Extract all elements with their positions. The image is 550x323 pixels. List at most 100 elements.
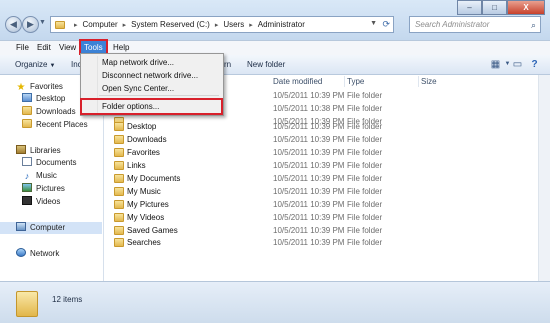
nav-music[interactable]: ♪ Music	[22, 170, 57, 182]
music-icon: ♪	[24, 171, 30, 181]
menu-view[interactable]: View	[59, 41, 76, 55]
nav-computer[interactable]: Computer	[0, 222, 102, 234]
nav-music-label: Music	[36, 171, 57, 180]
row-type: File folder	[347, 148, 383, 157]
folder-icon	[114, 122, 124, 131]
search-icon[interactable]: ⌕	[531, 18, 536, 33]
nav-downloads[interactable]: Downloads	[22, 106, 76, 118]
column-divider[interactable]	[418, 76, 419, 87]
maximize-button[interactable]: □	[482, 0, 507, 15]
row-name: Desktop	[127, 122, 157, 131]
column-divider[interactable]	[344, 76, 345, 87]
recent-pages-dropdown-icon[interactable]: ▼	[39, 19, 46, 26]
close-button[interactable]: X	[507, 0, 545, 15]
burn-button[interactable]: rn	[224, 55, 231, 74]
folder-icon	[114, 226, 124, 235]
search-placeholder: Search Administrator	[415, 20, 490, 29]
column-date-modified[interactable]: Date modified	[273, 75, 322, 88]
refresh-icon[interactable]: ⟳	[382, 19, 390, 30]
chevron-right-icon[interactable]: ▸	[74, 21, 78, 29]
table-row[interactable]: My Videos 10/5/2011 10:39 PM File folder	[104, 211, 544, 224]
breadcrumb-system-reserved[interactable]: System Reserved (C:)	[131, 20, 210, 29]
nav-recent-places[interactable]: Recent Places	[22, 119, 88, 131]
back-button[interactable]: ◀	[5, 16, 22, 33]
row-type: File folder	[347, 187, 383, 196]
chevron-right-icon[interactable]: ▸	[249, 21, 253, 29]
row-type: File folder	[347, 174, 383, 183]
desktop-icon	[22, 93, 32, 102]
row-date: 10/5/2011 10:39 PM	[273, 174, 345, 183]
column-size[interactable]: Size	[421, 75, 437, 88]
row-date: 10/5/2011 10:39 PM	[273, 213, 345, 222]
folder-icon	[114, 174, 124, 183]
nav-desktop-label: Desktop	[36, 94, 66, 103]
search-input[interactable]: Search Administrator ⌕	[409, 16, 541, 33]
nav-network-label: Network	[30, 249, 60, 258]
row-type: File folder	[347, 135, 383, 144]
address-dropdown-icon[interactable]: ▼	[370, 20, 377, 27]
help-icon[interactable]: ?	[529, 59, 540, 70]
recent-places-icon	[22, 119, 32, 128]
row-type: File folder	[347, 238, 383, 247]
row-date: 10/5/2011 10:38 PM	[273, 104, 345, 113]
chevron-right-icon[interactable]: ▸	[215, 21, 219, 29]
organize-button[interactable]: Organize ▼	[15, 55, 55, 76]
folder-icon	[114, 135, 124, 144]
nav-pictures[interactable]: Pictures	[22, 183, 65, 195]
row-date: 10/5/2011 10:39 PM	[273, 200, 345, 209]
item-count: 12 items	[52, 295, 83, 304]
table-row[interactable]: Links 10/5/2011 10:39 PM File folder	[104, 159, 544, 172]
status-bar: 12 items	[0, 281, 550, 323]
menu-item-open-sync-center[interactable]: Open Sync Center...	[102, 82, 174, 95]
computer-icon	[16, 222, 26, 231]
table-row[interactable]: Favorites 10/5/2011 10:39 PM File folder	[104, 146, 544, 159]
row-name: My Pictures	[127, 200, 169, 209]
table-row[interactable]: Searches 10/5/2011 10:39 PM File folder	[104, 236, 544, 249]
nav-libraries-label: Libraries	[30, 146, 61, 155]
minimize-button[interactable]: –	[457, 0, 482, 15]
breadcrumb-users[interactable]: Users	[223, 20, 244, 29]
nav-favorites[interactable]: ★ Favorites	[16, 81, 63, 93]
table-row[interactable]: My Music 10/5/2011 10:39 PM File folder	[104, 185, 544, 198]
nav-documents-label: Documents	[36, 158, 77, 167]
nav-libraries[interactable]: Libraries	[16, 145, 61, 157]
forward-button[interactable]: ▶	[22, 16, 39, 33]
tools-dropdown-menu: Map network drive... Disconnect network …	[80, 53, 224, 116]
row-date: 10/5/2011 10:39 PM	[273, 91, 345, 100]
chevron-down-icon: ▼	[49, 63, 56, 69]
menu-item-disconnect-network-drive[interactable]: Disconnect network drive...	[102, 69, 198, 82]
folder-icon	[114, 238, 124, 247]
menu-item-map-network-drive[interactable]: Map network drive...	[102, 56, 174, 69]
row-date: 10/5/2011 10:39 PM	[273, 135, 345, 144]
breadcrumb-computer[interactable]: Computer	[83, 20, 118, 29]
table-row[interactable]: My Pictures 10/5/2011 10:39 PM File folder	[104, 198, 544, 211]
table-row[interactable]: Desktop 10/5/2011 10:39 PM File folder	[104, 120, 544, 133]
folder-icon	[114, 200, 124, 209]
row-type: File folder	[347, 122, 383, 131]
preview-pane-icon[interactable]: ▭	[512, 59, 523, 70]
pictures-icon	[22, 183, 32, 192]
menu-item-folder-options[interactable]: Folder options...	[80, 98, 223, 115]
menu-edit[interactable]: Edit	[37, 41, 51, 55]
nav-documents[interactable]: Documents	[22, 157, 76, 169]
view-options-icon[interactable]: ▦	[490, 59, 501, 70]
row-date: 10/5/2011 10:39 PM	[273, 148, 345, 157]
nav-recent-label: Recent Places	[36, 120, 88, 129]
nav-pictures-label: Pictures	[36, 184, 65, 193]
row-name: My Music	[127, 187, 161, 196]
new-folder-button[interactable]: New folder	[247, 55, 285, 74]
folder-icon	[55, 20, 65, 29]
menu-file[interactable]: File	[16, 41, 29, 55]
table-row[interactable]: My Documents 10/5/2011 10:39 PM File folde…	[104, 172, 544, 185]
table-row[interactable]: Downloads 10/5/2011 10:39 PM File folder	[104, 133, 544, 146]
chevron-right-icon[interactable]: ▸	[123, 21, 127, 29]
address-bar[interactable]: ▸ Computer ▸ System Reserved (C:) ▸ User…	[50, 16, 394, 33]
column-type[interactable]: Type	[347, 75, 364, 88]
nav-videos[interactable]: Videos	[22, 196, 60, 208]
nav-network[interactable]: Network	[16, 248, 59, 260]
nav-favorites-label: Favorites	[30, 82, 63, 91]
nav-desktop[interactable]: Desktop	[22, 93, 65, 105]
row-date: 10/5/2011 10:39 PM	[273, 187, 345, 196]
breadcrumb-administrator[interactable]: Administrator	[258, 20, 305, 29]
vertical-scrollbar[interactable]	[538, 75, 550, 281]
